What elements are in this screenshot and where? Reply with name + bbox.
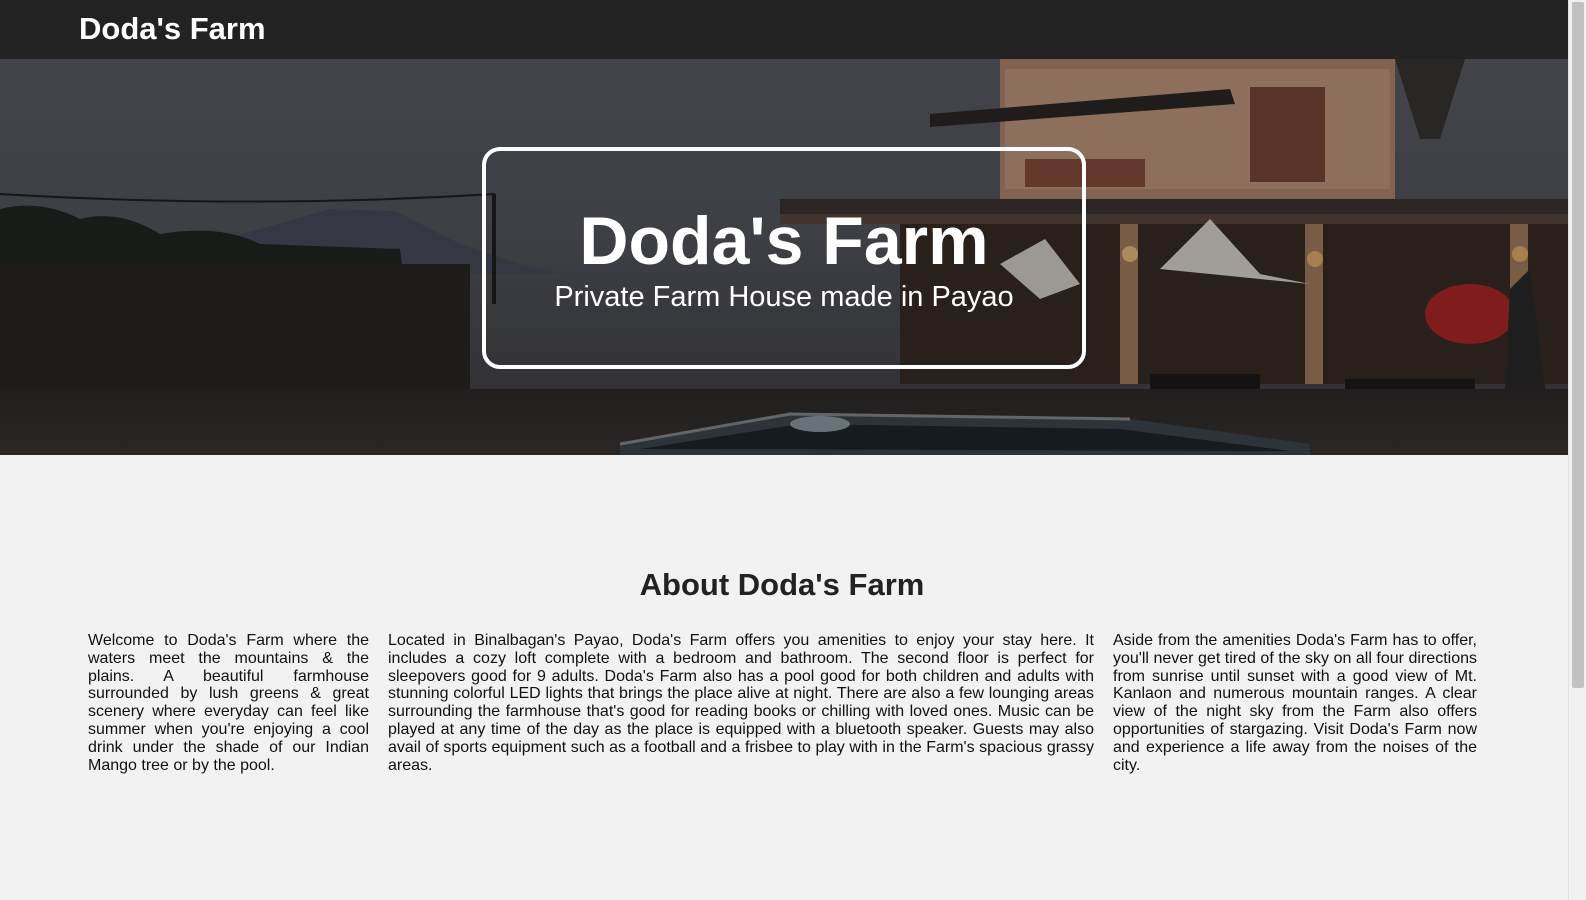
about-column-welcome: Welcome to Doda's Farm where the waters … — [88, 632, 369, 774]
brand-link[interactable]: Doda's Farm — [79, 10, 266, 48]
about-heading: About Doda's Farm — [639, 567, 925, 602]
about-column-sky-view: Aside from the amenities Doda's Farm has… — [1113, 632, 1477, 774]
hero-title: Doda's Farm — [579, 203, 989, 279]
hero-subtitle: Private Farm House made in Payao — [554, 281, 1014, 313]
vertical-scrollbar[interactable] — [1568, 0, 1586, 900]
hero-caption-box: Doda's Farm Private Farm House made in P… — [482, 147, 1086, 369]
hero-banner: Doda's Farm Private Farm House made in P… — [0, 59, 1568, 455]
scrollbar-thumb[interactable] — [1572, 2, 1584, 688]
top-navbar: Doda's Farm — [0, 0, 1586, 59]
about-column-amenities: Located in Binalbagan's Payao, Doda's Fa… — [388, 632, 1094, 774]
